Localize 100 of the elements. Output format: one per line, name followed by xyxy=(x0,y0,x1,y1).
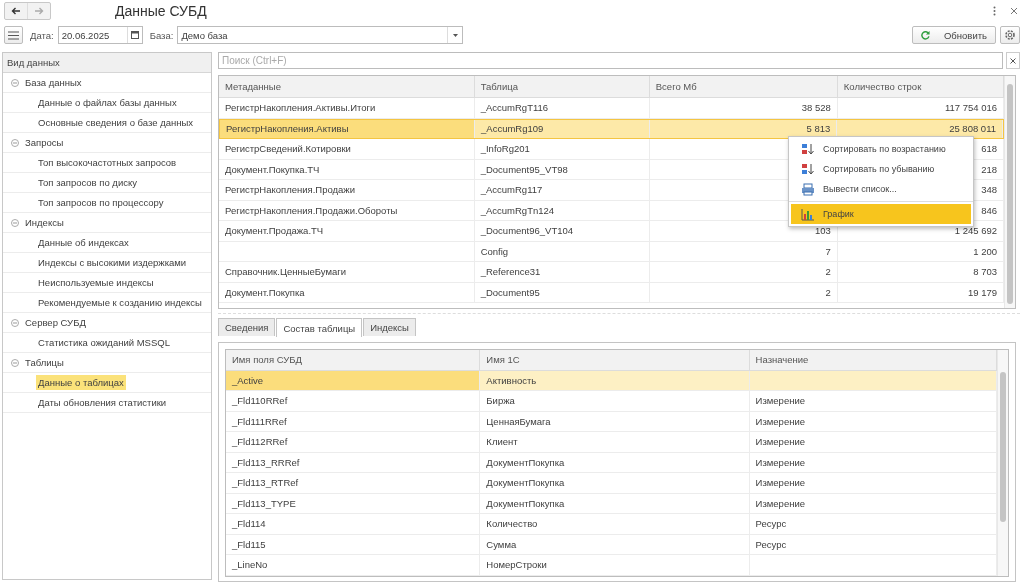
close-button[interactable] xyxy=(1008,5,1020,17)
window-title: Данные СУБД xyxy=(115,3,208,19)
group-label: Запросы xyxy=(25,137,64,148)
table-cell: _Reference31 xyxy=(474,262,650,282)
column-header[interactable]: Имя поля СУБД xyxy=(226,350,481,370)
table-cell: Документ.Продажа.ТЧ xyxy=(219,221,475,241)
base-label: База: xyxy=(149,29,174,41)
table-row[interactable]: _Fld110RRef Биржа Измерение xyxy=(226,391,997,412)
table-row[interactable]: _Fld114 Количество Ресурс xyxy=(226,514,997,535)
table-cell: Документ.Покупка.ТЧ xyxy=(219,159,475,179)
table-cell: _Document96_VT104 xyxy=(474,221,650,241)
table-cell: Биржа xyxy=(480,391,750,411)
table-row[interactable]: _Fld113_RTRef ДокументПокупка Измерение xyxy=(226,473,997,494)
settings-button[interactable] xyxy=(1000,26,1020,44)
table-row[interactable]: Справочник.ЦенныеБумаги _Reference31 2 8 703 xyxy=(219,262,1004,283)
table-cell: ЦеннаяБумага xyxy=(480,411,750,431)
settings-icon xyxy=(1004,29,1016,41)
date-field[interactable]: 20.06.2025 xyxy=(57,26,143,44)
table-row[interactable]: _Active Активность xyxy=(226,370,997,391)
table-cell: _Fld114 xyxy=(226,514,481,534)
tree-item[interactable]: Даты обновления статистики xyxy=(36,395,169,410)
tree-item[interactable]: Данные о таблицах xyxy=(36,375,126,390)
table-row[interactable]: _Fld113_RRRef ДокументПокупка Измерение xyxy=(226,452,997,473)
table-cell: _Active xyxy=(226,370,481,390)
menu-button[interactable] xyxy=(4,26,23,44)
tree-item[interactable]: Данные об индексах xyxy=(36,235,131,250)
column-header[interactable]: Имя 1С xyxy=(480,350,750,370)
tree-group[interactable]: База данных xyxy=(3,73,211,93)
sort-descending-icon xyxy=(801,162,815,176)
menu-icon xyxy=(8,30,19,40)
column-header[interactable]: Таблица xyxy=(474,76,650,97)
table-cell: _Document95 xyxy=(474,282,650,302)
tree-item[interactable]: Топ запросов по диску xyxy=(36,175,139,190)
collapse-icon[interactable] xyxy=(11,318,19,327)
scrollbar[interactable] xyxy=(997,350,1008,576)
dropdown-icon xyxy=(452,33,458,37)
table-row[interactable]: _Fld111RRef ЦеннаяБумага Измерение xyxy=(226,411,997,432)
left-arrow-icon xyxy=(11,7,21,15)
printer-icon xyxy=(801,182,815,196)
tree-item[interactable]: Неиспользуемые индексы xyxy=(36,275,156,290)
table-row[interactable]: Config 7 1 200 xyxy=(219,241,1004,262)
collapse-icon[interactable] xyxy=(11,138,19,147)
table-cell: _Fld110RRef xyxy=(226,391,481,411)
table-cell: РегистрНакопления.Продажи xyxy=(219,180,475,200)
table-cell: РегистрНакопления.Активы.Итоги xyxy=(219,98,475,118)
table-row[interactable]: РегистрНакопления.Активы.Итоги _AccumRgT116 38 528 117 754 016 xyxy=(219,98,1004,119)
tree-item[interactable]: Топ высокочастотных запросов xyxy=(36,155,179,170)
table-cell: ДокументПокупка xyxy=(480,473,750,493)
search-field[interactable]: Поиск (Ctrl+F) xyxy=(218,52,1003,69)
refresh-button[interactable]: Обновить xyxy=(912,26,996,44)
tab[interactable]: Индексы xyxy=(363,318,416,336)
tree-item[interactable]: Топ запросов по процессору xyxy=(36,195,166,210)
date-label: Дата: xyxy=(30,29,54,41)
tree-group[interactable]: Запросы xyxy=(3,133,211,153)
table-row[interactable]: _Fld115 Сумма Ресурс xyxy=(226,534,997,555)
table-cell: _Fld113_TYPE xyxy=(226,493,481,513)
column-header[interactable]: Всего Мб xyxy=(649,76,838,97)
table-row[interactable]: _Fld112RRef Клиент Измерение xyxy=(226,432,997,453)
table-cell: _AccumRg117 xyxy=(474,180,650,200)
collapse-icon[interactable] xyxy=(11,78,19,87)
table-cell: Количество xyxy=(480,514,750,534)
table-cell: Документ.Покупка xyxy=(219,282,475,302)
tree-item[interactable]: Данные о файлах базы данных xyxy=(36,95,179,110)
column-header[interactable]: Метаданные xyxy=(219,76,475,97)
tab[interactable]: Состав таблицы xyxy=(276,318,363,337)
table-cell: РегистрСведений.Котировки xyxy=(219,139,475,159)
table-cell: Справочник.ЦенныеБумаги xyxy=(219,262,475,282)
table-cell: 2 xyxy=(649,262,838,282)
calendar-icon xyxy=(130,31,139,39)
tab[interactable]: Сведения xyxy=(218,318,276,336)
collapse-icon[interactable] xyxy=(11,358,19,367)
table-row[interactable]: _LineNo НомерСтроки xyxy=(226,555,997,576)
scrollbar[interactable] xyxy=(1004,76,1015,308)
table-cell: _Fld115 xyxy=(226,534,481,554)
tree-item[interactable]: Основные сведения о базе данных xyxy=(36,115,196,130)
table-cell: _AccumRgT116 xyxy=(474,98,650,118)
table-row[interactable]: Документ.Покупка _Document95 2 19 179 xyxy=(219,282,1004,303)
table-cell: РегистрНакопления.Продажи.Обороты xyxy=(219,200,475,220)
table-cell: _AccumRgTn124 xyxy=(474,200,650,220)
tree-item[interactable]: Индексы с высокими издержками xyxy=(36,255,189,270)
table-cell: НомерСтроки xyxy=(480,555,750,575)
tree-item[interactable]: Рекомендуемые к созданию индексы xyxy=(36,295,204,310)
more-icon xyxy=(992,6,996,16)
base-field[interactable]: Демо база xyxy=(177,26,464,44)
right-arrow-icon xyxy=(34,7,44,15)
table-cell: _LineNo xyxy=(226,555,481,575)
table-cell: РегистрНакопления.Активы xyxy=(220,119,475,138)
tree-group[interactable]: Таблицы xyxy=(3,353,211,373)
table-cell: ДокументПокупка xyxy=(480,452,750,472)
tree-group[interactable]: Индексы xyxy=(3,213,211,233)
table-row[interactable]: _Fld113_TYPE ДокументПокупка Измерение xyxy=(226,493,997,514)
refresh-icon xyxy=(921,30,930,40)
table-cell: _Fld112RRef xyxy=(226,432,481,452)
calendar-button[interactable] xyxy=(126,27,142,43)
group-label: База данных xyxy=(25,77,82,88)
collapse-icon[interactable] xyxy=(11,218,19,227)
tree-group[interactable]: Сервер СУБД xyxy=(3,313,211,333)
menu-item[interactable]: График xyxy=(791,204,971,224)
clear-button[interactable] xyxy=(1006,52,1020,69)
tree-item[interactable]: Статистика ожиданий MSSQL xyxy=(36,335,172,350)
